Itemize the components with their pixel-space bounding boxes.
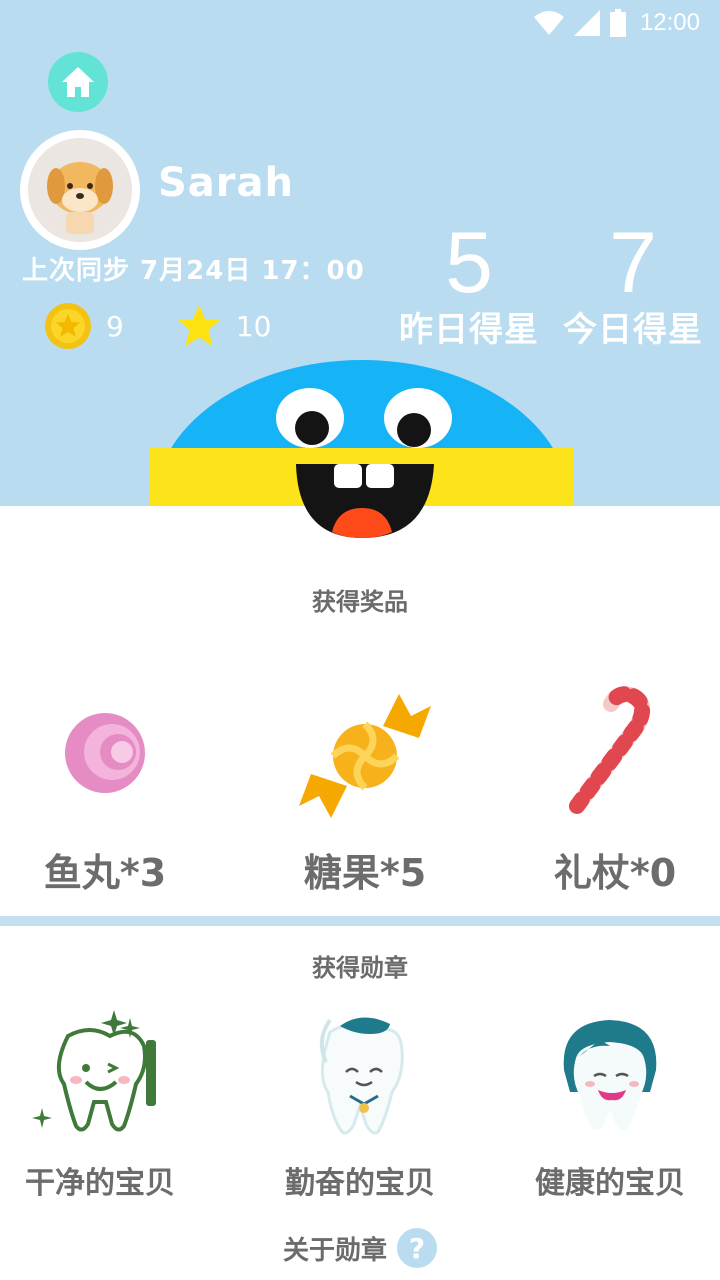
signal-icon bbox=[573, 10, 600, 36]
prize-label: 糖果*5 bbox=[303, 851, 427, 895]
badge-clean[interactable]: 干净的宝贝 bbox=[0, 1000, 200, 1202]
prize-label: 鱼丸*3 bbox=[43, 851, 167, 895]
home-icon bbox=[62, 67, 94, 97]
star-count: 10 bbox=[235, 309, 272, 343]
today-score: 7 今日得星 bbox=[560, 218, 706, 351]
monster-mascot-icon bbox=[150, 360, 574, 538]
avatar-image bbox=[28, 138, 132, 242]
section-divider bbox=[0, 916, 720, 926]
yesterday-score: 5 昨日得星 bbox=[396, 218, 542, 351]
wifi-icon bbox=[533, 11, 564, 35]
yesterday-score-label: 昨日得星 bbox=[399, 310, 539, 350]
today-score-value: 7 bbox=[609, 215, 657, 311]
coin-count: 9 bbox=[106, 309, 124, 343]
help-icon[interactable]: ? bbox=[397, 1228, 437, 1268]
candy-icon bbox=[299, 694, 431, 818]
badge-label: 勤奋的宝贝 bbox=[285, 1166, 435, 1201]
prizes-title: 获得奖品 bbox=[312, 588, 408, 616]
pink-ball-icon bbox=[65, 713, 145, 793]
about-badges-label: 关于勋章 bbox=[282, 1235, 387, 1266]
avatar[interactable] bbox=[20, 130, 140, 250]
currency-row: 9 10 bbox=[44, 302, 271, 350]
username: Sarah bbox=[158, 160, 294, 206]
prize-fishball[interactable]: 鱼丸*3 bbox=[0, 686, 210, 897]
candy-cane-icon bbox=[569, 686, 651, 814]
today-score-label: 今日得星 bbox=[563, 310, 703, 350]
yesterday-score-value: 5 bbox=[445, 215, 493, 311]
badge-label: 健康的宝贝 bbox=[535, 1166, 685, 1201]
about-badges-link[interactable]: 关于勋章 ? bbox=[0, 1228, 720, 1268]
badges-title: 获得勋章 bbox=[312, 954, 408, 982]
badge-healthy[interactable]: 健康的宝贝 bbox=[510, 1000, 710, 1202]
home-button[interactable] bbox=[48, 52, 108, 112]
battery-icon bbox=[609, 9, 626, 37]
clean-tooth-icon bbox=[32, 1010, 156, 1132]
status-time: 12:00 bbox=[639, 9, 700, 36]
prize-candy[interactable]: 糖果*5 bbox=[260, 686, 470, 897]
prize-candy-cane[interactable]: 礼杖*0 bbox=[510, 686, 720, 897]
badge-label: 干净的宝贝 bbox=[25, 1166, 175, 1201]
star-icon bbox=[177, 305, 220, 346]
diligent-tooth-icon bbox=[319, 1017, 404, 1135]
badge-diligent[interactable]: 勤奋的宝贝 bbox=[260, 1000, 460, 1202]
healthy-tooth-icon bbox=[563, 1020, 657, 1131]
last-sync-text: 上次同步 7月24日 17：00 bbox=[22, 256, 365, 286]
prize-label: 礼杖*0 bbox=[553, 851, 677, 895]
status-bar: 12:00 bbox=[533, 8, 700, 38]
coin-icon bbox=[45, 303, 91, 349]
